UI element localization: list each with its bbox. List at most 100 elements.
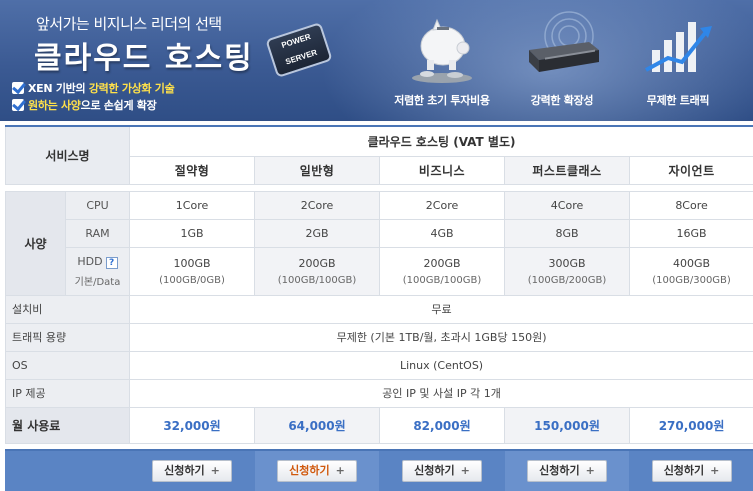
apply-button-5[interactable]: 신청하기 + [651, 460, 732, 483]
price-value-1: 32,000원 [129, 406, 256, 444]
cpu-value-3: 2Core [379, 190, 506, 220]
os-value: Linux (CentOS) [129, 350, 753, 380]
feature-label: 저렴한 초기 투자비용 [394, 94, 490, 107]
hdd-size: 400GB [673, 256, 711, 270]
apply-label: 신청하기 [414, 464, 455, 478]
hdd-value-2: 200GB (100GB/100GB) [254, 246, 381, 296]
hdd-sub-label: 기본/Data [74, 276, 121, 288]
price-value-2: 64,000원 [254, 406, 381, 444]
bullet1-highlight: 강력한 가상화 기술 [88, 82, 175, 95]
table-header-row: 서비스명 클라우드 호스팅 (VAT 별도) [4, 125, 753, 185]
apply-label: 신청하기 [289, 464, 330, 478]
hdd-size: 100GB [173, 256, 211, 270]
hdd-detail: (100GB/100GB) [402, 274, 482, 286]
cpu-label: CPU [64, 190, 131, 220]
feature-scalability: 강력한 확장성 [502, 0, 622, 121]
apply-cell-1: 신청하기 + [129, 449, 256, 491]
plan-header-1: 절약형 [129, 155, 256, 185]
hdd-detail: (100GB/100GB) [277, 274, 357, 286]
feature-label: 강력한 확장성 [530, 94, 594, 107]
hdd-value-3: 200GB (100GB/100GB) [379, 246, 506, 296]
cpu-value-2: 2Core [254, 190, 381, 220]
price-value-4: 150,000원 [504, 406, 631, 444]
help-icon[interactable]: ? [105, 256, 118, 269]
plan-header-5: 자이언트 [629, 155, 753, 185]
hdd-label: HDD [77, 254, 103, 268]
apply-cell-2: 신청하기 + [254, 449, 381, 491]
ip-row: IP 제공 공인 IP 및 사설 IP 각 1개 [4, 378, 753, 408]
bullet1-text: XEN 기반의 [28, 82, 89, 95]
plus-icon: + [460, 464, 470, 478]
setup-label: 설치비 [4, 294, 131, 324]
hdd-size: 300GB [548, 256, 586, 270]
traffic-label: 트래픽 용량 [4, 322, 131, 352]
plan-header-2: 일반형 [254, 155, 381, 185]
banner-bullet-xen: XEN 기반의 강력한 가상화 기술 [12, 80, 175, 96]
feature-unlimited-traffic: 무제한 트래픽 [618, 0, 738, 121]
ram-label: RAM [64, 218, 131, 248]
cpu-value-5: 8Core [629, 190, 753, 220]
plus-icon: + [710, 464, 720, 478]
hdd-detail: (100GB/300GB) [652, 274, 731, 286]
apply-cell-5: 신청하기 + [629, 449, 753, 491]
separator [5, 442, 753, 451]
apply-row: 신청하기 + 신청하기 + 신청하기 + 신청하기 + 신청하기 + [4, 449, 753, 491]
hdd-size: 200GB [423, 256, 461, 270]
bar-graph-icon [645, 22, 712, 72]
check-icon [12, 82, 24, 94]
cpu-row: 사양 CPU 1Core 2Core 2Core 4Core 8Core [5, 190, 753, 296]
price-value-3: 82,000원 [379, 406, 506, 444]
bullet2-highlight: 원하는 사양 [28, 99, 81, 112]
cpu-value-4: 4Core [504, 190, 631, 220]
banner-title: 클라우드 호스팅 [34, 41, 254, 76]
ram-value-3: 4GB [379, 218, 506, 248]
check-icon [12, 99, 24, 111]
price-label: 월 사용료 [4, 406, 131, 444]
pricing-table: 서비스명 클라우드 호스팅 (VAT 별도) 절약형 일반형 비즈니스 퍼스트클… [4, 125, 753, 491]
cpu-value-1: 1Core [129, 190, 256, 220]
ram-value-5: 16GB [629, 218, 753, 248]
os-label: OS [4, 350, 131, 380]
apply-cell-4: 신청하기 + [504, 449, 631, 491]
hdd-size: 200GB [298, 256, 336, 270]
hdd-detail: (100GB/0GB) [159, 274, 225, 286]
hdd-value-5: 400GB (100GB/300GB) [629, 246, 753, 296]
ip-label: IP 제공 [4, 378, 131, 408]
os-row: OS Linux (CentOS) [4, 350, 753, 380]
apply-button-2[interactable]: 신청하기 + [277, 460, 358, 483]
ram-value-4: 8GB [504, 218, 631, 248]
ip-value: 공인 IP 및 사설 IP 각 1개 [129, 378, 753, 408]
plus-icon: + [585, 464, 595, 478]
separator-row [5, 183, 753, 192]
hdd-value-4: 300GB (100GB/200GB) [504, 246, 631, 296]
separator-row [5, 442, 753, 451]
group-header: 클라우드 호스팅 (VAT 별도) [129, 125, 753, 157]
feature-label: 무제한 트래픽 [646, 94, 710, 107]
hdd-value-1: 100GB (100GB/0GB) [129, 246, 256, 296]
ram-row: RAM 1GB 2GB 4GB 8GB 16GB [6, 218, 753, 248]
server-icon [529, 11, 599, 72]
traffic-value: 무제한 (기본 1TB/월, 초과시 1GB당 150원) [129, 322, 753, 352]
apply-row-spacer [4, 449, 131, 491]
apply-button-1[interactable]: 신청하기 + [152, 460, 233, 483]
plan-header-4: 퍼스트클래스 [504, 155, 631, 185]
bullet2-text: 으로 손쉽게 확장 [80, 99, 157, 112]
separator [5, 183, 753, 192]
traffic-row: 트래픽 용량 무제한 (기본 1TB/월, 초과시 1GB당 150원) [4, 322, 753, 352]
apply-button-4[interactable]: 신청하기 + [527, 460, 608, 483]
feature-low-cost: 저렴한 초기 투자비용 [382, 0, 502, 121]
banner-bullet-scale: 원하는 사양으로 손쉽게 확장 [12, 97, 157, 113]
ram-value-2: 2GB [254, 218, 381, 248]
setup-value: 무료 [129, 294, 753, 324]
apply-label: 신청하기 [164, 464, 205, 478]
apply-button-3[interactable]: 신청하기 + [402, 460, 483, 483]
ram-value-1: 1GB [129, 218, 256, 248]
apply-label: 신청하기 [539, 464, 580, 478]
banner-subtitle: 앞서가는 비지니스 리더의 선택 [36, 15, 222, 33]
piggy-bank-icon [412, 18, 472, 83]
apply-label: 신청하기 [663, 464, 705, 478]
hdd-detail: (100GB/200GB) [527, 274, 607, 286]
promo-banner: 앞서가는 비지니스 리더의 선택 클라우드 호스팅 POWER SERVER X… [0, 0, 753, 121]
setup-row: 설치비 무료 [4, 294, 753, 324]
plus-icon: + [335, 464, 345, 478]
